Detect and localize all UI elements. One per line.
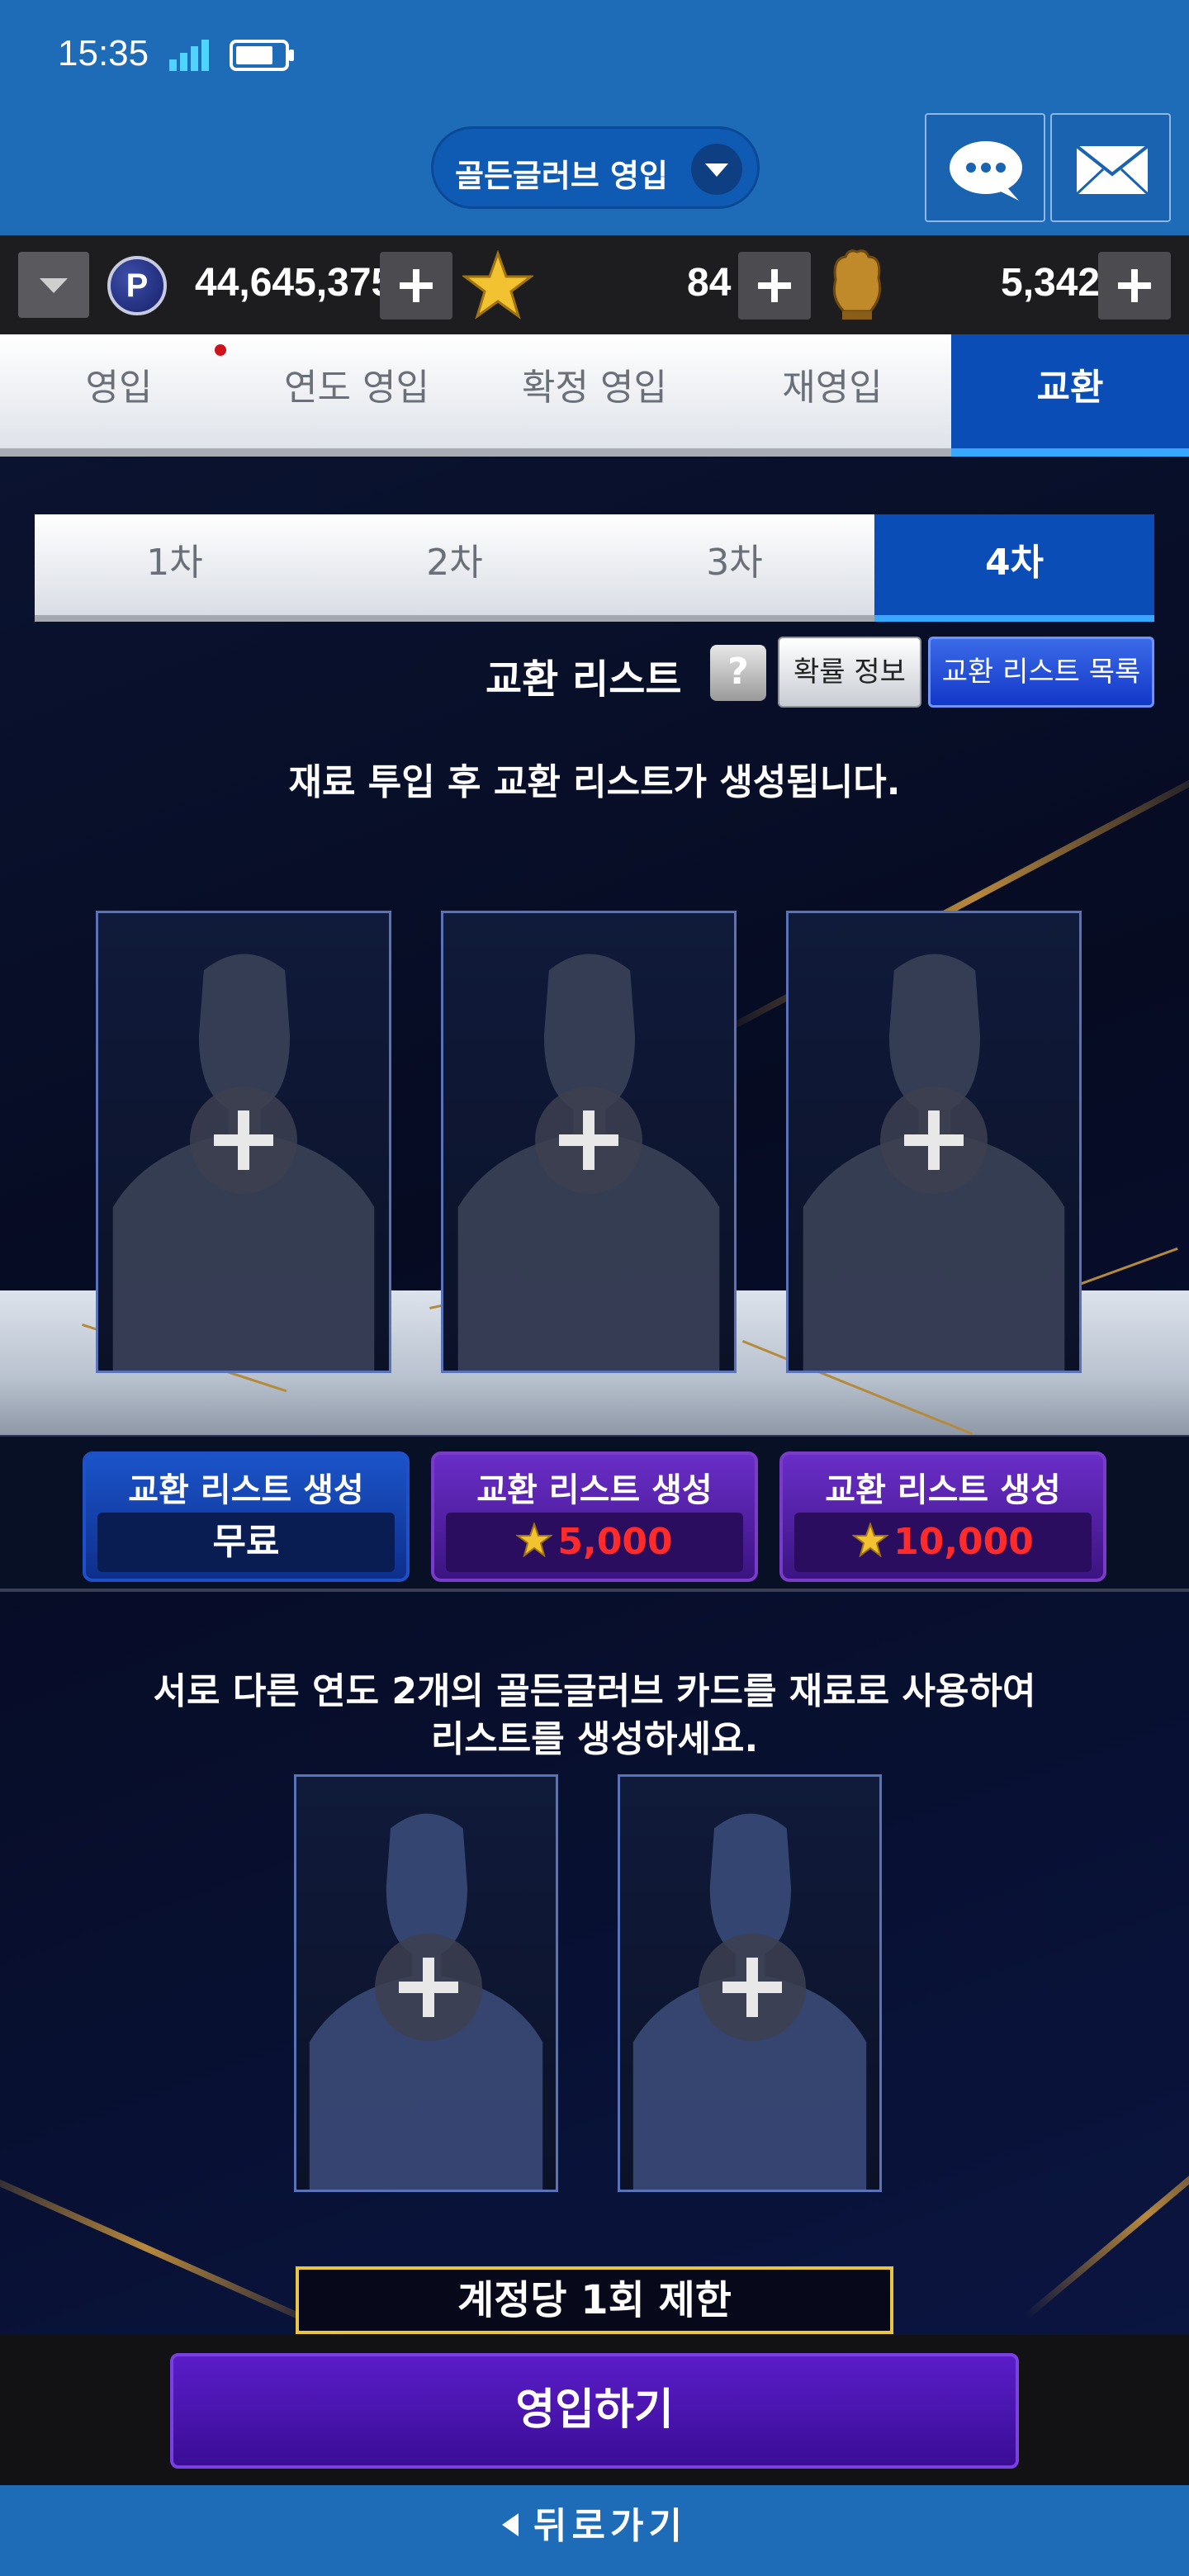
- round-tabs: 1차 2차 3차 4차: [35, 514, 1154, 622]
- currency-expand-button[interactable]: [18, 252, 89, 318]
- app-screen: 15:35 골든글러브 영입 P 44,645,375 84 5,342 영입 …: [0, 0, 1189, 2576]
- back-label: 뒤로가기: [533, 2505, 687, 2547]
- material-notice-line2: 리스트를 생성하세요.: [430, 1718, 759, 1760]
- envelope-icon: [1075, 144, 1149, 196]
- limit-notice: 계정당 1회 제한: [296, 2266, 893, 2334]
- tab-exchange[interactable]: 교환: [951, 334, 1189, 457]
- battery-icon: [230, 40, 294, 71]
- generate-title: 교환 리스트 생성: [476, 1471, 713, 1509]
- chevron-down-icon: [691, 144, 742, 195]
- points-value: 44,645,375: [195, 261, 394, 305]
- tab-recruit[interactable]: 영입: [0, 334, 238, 448]
- cost-value: 10,000: [893, 1521, 1034, 1563]
- generate-buttons-bar: 교환 리스트 생성 무료 교환 리스트 생성 5,000 교환 리스트 생성 1…: [0, 1435, 1189, 1592]
- add-card-icon: [535, 1087, 642, 1194]
- result-slot-2[interactable]: [441, 911, 737, 1373]
- tab-round-1[interactable]: 1차: [35, 514, 315, 615]
- material-slot-1[interactable]: [294, 1774, 558, 2192]
- tab-round-3[interactable]: 3차: [594, 514, 874, 615]
- generate-free-button[interactable]: 교환 리스트 생성 무료: [83, 1451, 410, 1582]
- back-arrow-icon: [502, 2513, 519, 2536]
- exchange-notice: 재료 투입 후 교환 리스트가 생성됩니다.: [288, 761, 901, 803]
- chat-bubble-icon: [950, 141, 1022, 201]
- main-tabs: 영입 연도 영입 확정 영입 재영입 교환: [0, 334, 1189, 457]
- tab-round-4[interactable]: 4차: [874, 514, 1154, 622]
- status-bar: 15:35: [0, 0, 1189, 111]
- mail-button[interactable]: [1050, 113, 1171, 222]
- stars-value: 84: [687, 261, 732, 305]
- material-notice-line1: 서로 다른 연도 2개의 골든글러브 카드를 재료로 사용하여: [153, 1670, 1036, 1712]
- tab-year-recruit[interactable]: 연도 영입: [238, 334, 476, 448]
- cost-value: 무료: [212, 1521, 280, 1563]
- tab-round-2[interactable]: 2차: [315, 514, 594, 615]
- generate-title: 교환 리스트 생성: [128, 1471, 364, 1509]
- generate-10000-button[interactable]: 교환 리스트 생성 10,000: [779, 1451, 1106, 1582]
- mode-dropdown-label: 골든글러브 영입: [455, 158, 668, 194]
- tab-confirmed-recruit[interactable]: 확정 영입: [476, 334, 713, 448]
- top-header: 골든글러브 영입: [0, 111, 1189, 235]
- star-icon: [462, 250, 533, 320]
- recruit-button[interactable]: 영입하기: [170, 2353, 1019, 2469]
- star-icon: [852, 1522, 889, 1557]
- exchange-list-title: 교환 리스트: [486, 656, 682, 703]
- exchange-content: 1차 2차 3차 4차 교환 리스트 ? 확률 정보 교환 리스트 목록 재료 …: [0, 457, 1189, 2335]
- glove-icon: [832, 249, 882, 320]
- result-slot-1[interactable]: [96, 911, 391, 1373]
- currency-bar: P 44,645,375 84 5,342: [0, 235, 1189, 334]
- decor-stripe: [1024, 2112, 1189, 2320]
- result-slot-3[interactable]: [786, 911, 1082, 1373]
- add-stars-button[interactable]: [738, 252, 811, 320]
- generate-cost: 5,000: [446, 1513, 743, 1572]
- probability-info-button[interactable]: 확률 정보: [778, 637, 921, 708]
- back-button[interactable]: 뒤로가기: [0, 2485, 1189, 2576]
- chat-button[interactable]: [925, 113, 1045, 222]
- bottom-action-bar: 영입하기: [0, 2335, 1189, 2485]
- material-notice: 서로 다른 연도 2개의 골든글러브 카드를 재료로 사용하여 리스트를 생성하…: [0, 1668, 1189, 1764]
- star-icon: [516, 1522, 553, 1557]
- generate-cost: 10,000: [794, 1513, 1092, 1572]
- add-gloves-button[interactable]: [1098, 252, 1171, 320]
- gloves-value: 5,342: [1001, 261, 1101, 305]
- generate-5000-button[interactable]: 교환 리스트 생성 5,000: [431, 1451, 758, 1582]
- status-time: 15:35: [58, 33, 149, 73]
- decor-stripe: [0, 2157, 343, 2335]
- add-card-icon: [699, 1934, 806, 2041]
- help-button[interactable]: ?: [710, 645, 766, 701]
- mode-dropdown[interactable]: 골든글러브 영입: [431, 126, 760, 209]
- point-coin-icon: P: [107, 256, 167, 315]
- add-card-icon: [190, 1087, 297, 1194]
- add-card-icon: [880, 1087, 988, 1194]
- notification-dot: [215, 344, 226, 356]
- exchange-list-button[interactable]: 교환 리스트 목록: [928, 637, 1154, 708]
- generate-title: 교환 리스트 생성: [825, 1471, 1061, 1509]
- generate-cost: 무료: [97, 1513, 395, 1572]
- add-points-button[interactable]: [380, 252, 452, 320]
- add-card-icon: [375, 1934, 482, 2041]
- cost-value: 5,000: [557, 1521, 673, 1563]
- material-slot-2[interactable]: [618, 1774, 882, 2192]
- signal-icon: [169, 40, 209, 71]
- tab-re-recruit[interactable]: 재영입: [713, 334, 951, 448]
